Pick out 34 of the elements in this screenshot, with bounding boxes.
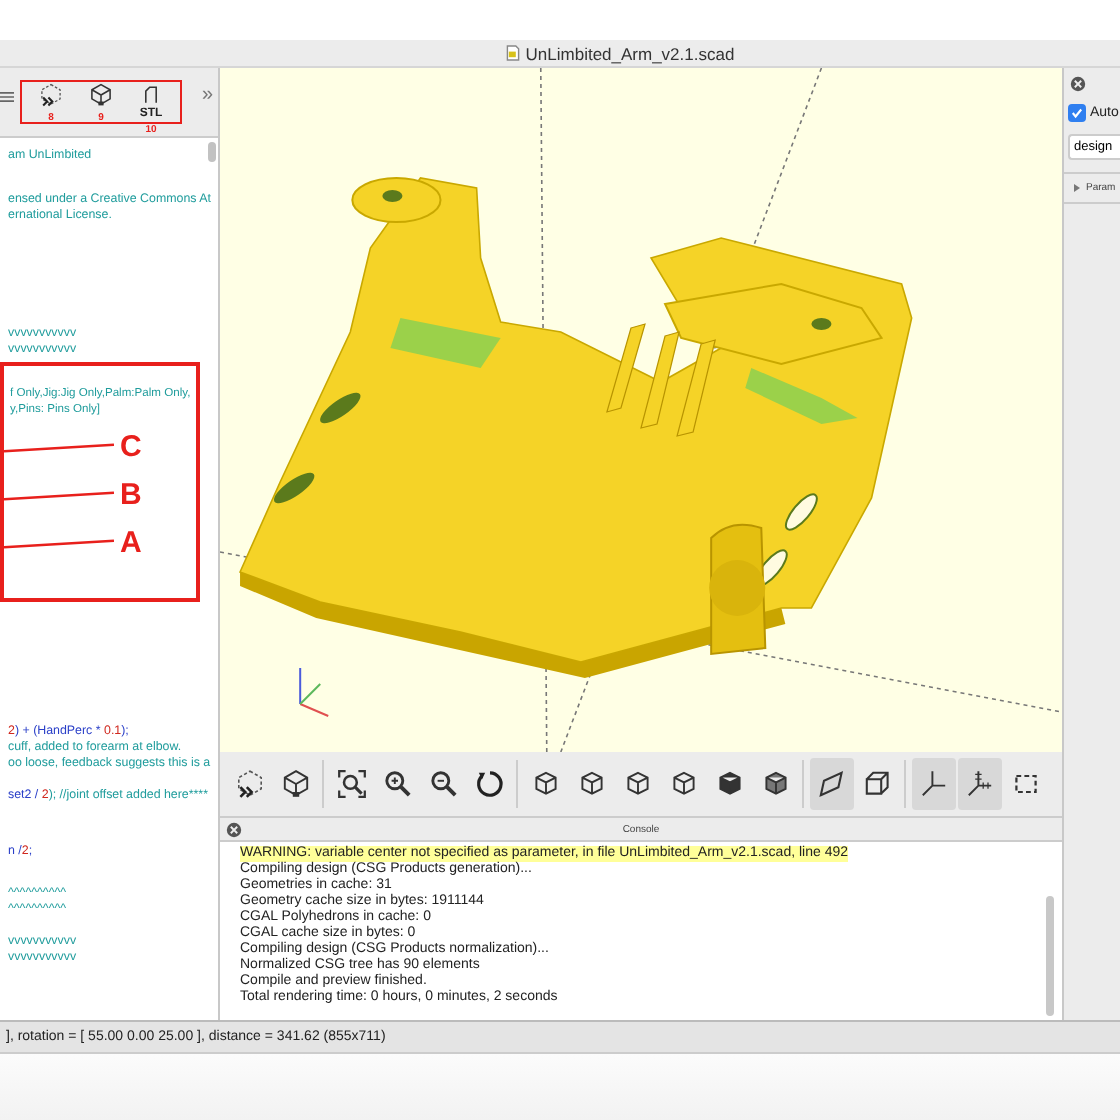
close-icon[interactable]: [226, 821, 242, 837]
axes-button[interactable]: [911, 758, 955, 810]
scale-axes-icon: [963, 768, 995, 800]
frame-magnifier-icon: [335, 768, 367, 800]
reset-icon: [473, 768, 505, 800]
cube-view-icon: [621, 768, 653, 800]
scrollbar[interactable]: [208, 142, 216, 162]
scrollbar[interactable]: [1046, 896, 1054, 1016]
cube-view-icon: [529, 768, 561, 800]
orthogonal-icon: [861, 768, 893, 800]
cube-view-icon: [667, 768, 699, 800]
perspective-button[interactable]: [809, 758, 853, 810]
axis-gizmo-icon: [299, 667, 330, 717]
zoom-out-icon: [427, 768, 459, 800]
cube-view-icon: [713, 768, 745, 800]
close-icon[interactable]: [1070, 76, 1086, 92]
perspective-icon: [815, 768, 847, 800]
zoom-in-icon: [381, 768, 413, 800]
more-button[interactable]: »: [202, 84, 214, 106]
cube-icon: [279, 768, 311, 800]
checkbox[interactable]: [1068, 104, 1086, 122]
window-title: UnLimbited_Arm_v2.1.scad: [525, 43, 735, 63]
annotation-label: A: [120, 526, 142, 562]
menu-icon[interactable]: [0, 90, 14, 104]
annotation-label: B: [120, 478, 142, 514]
cube-icon: [88, 82, 114, 108]
annotation-label: C: [120, 430, 142, 466]
cube-arrows-icon: [38, 82, 64, 108]
cube-view-icon: [575, 768, 607, 800]
cube-arrows-icon: [233, 768, 265, 800]
document-icon: [505, 44, 520, 62]
cube-view-icon: [759, 768, 791, 800]
scale-markers-button[interactable]: [957, 758, 1001, 810]
axes-icon: [917, 768, 949, 800]
